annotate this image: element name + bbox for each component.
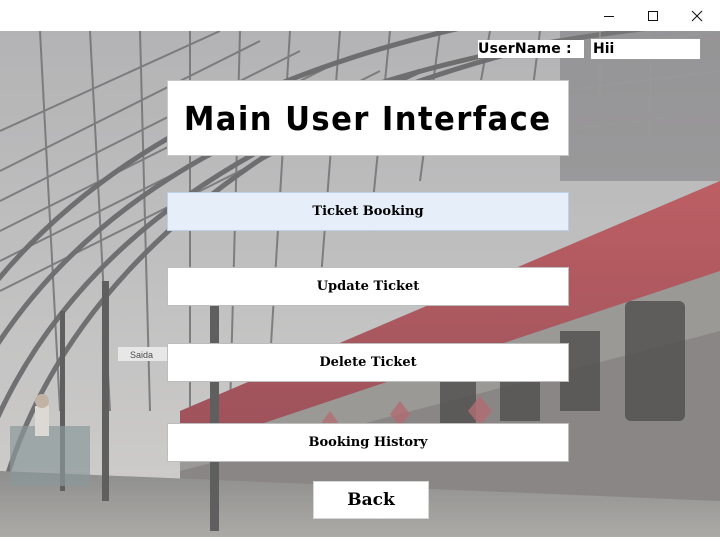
ticket-booking-button[interactable]: Ticket Booking [167, 192, 569, 231]
close-icon [691, 10, 703, 21]
window-title-bar [0, 0, 720, 32]
minimize-icon [604, 15, 614, 17]
update-ticket-button[interactable]: Update Ticket [167, 267, 569, 306]
delete-ticket-button[interactable]: Delete Ticket [167, 343, 569, 382]
minimize-button[interactable] [586, 0, 632, 31]
back-button[interactable]: Back [313, 481, 429, 519]
title-panel: Main User Interface [167, 80, 569, 156]
maximize-button[interactable] [630, 0, 676, 31]
username-field[interactable]: Hii [590, 38, 701, 60]
page-title: Main User Interface [184, 98, 552, 138]
booking-history-button[interactable]: Booking History [167, 423, 569, 462]
username-label: UserName : [478, 40, 584, 58]
maximize-icon [648, 10, 658, 21]
close-button[interactable] [674, 0, 720, 31]
